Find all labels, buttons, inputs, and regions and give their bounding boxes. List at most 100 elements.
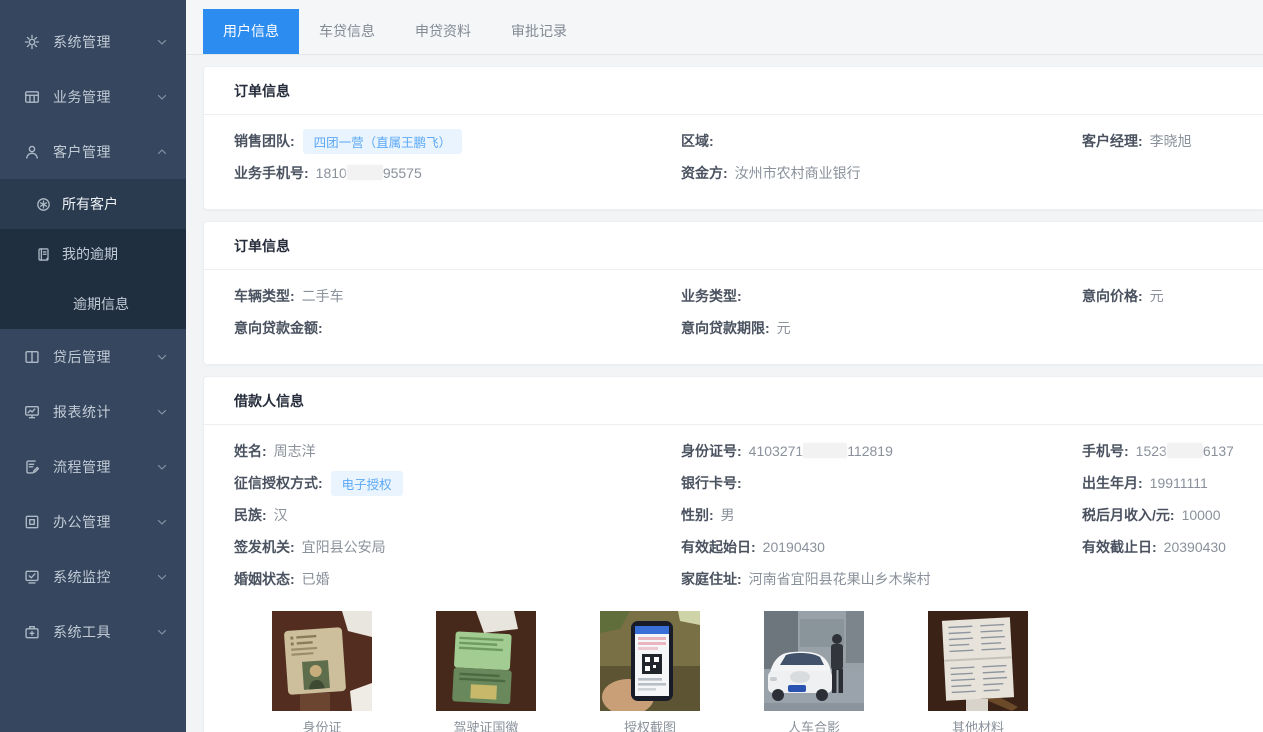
- photo-item: 其他材料: [928, 611, 1028, 732]
- chevron-down-icon: [156, 571, 168, 583]
- sidebar-item-label: 办公管理: [53, 512, 156, 532]
- field-customer-manager: 客户经理: 李晓旭: [1082, 131, 1233, 151]
- sidebar-item-label: 客户管理: [53, 142, 156, 162]
- tab-car-loan-info[interactable]: 车贷信息: [299, 9, 395, 54]
- sidebar-item-system-management[interactable]: 系统管理: [0, 14, 186, 69]
- field-birth-date: 出生年月: 19911111: [1082, 473, 1233, 493]
- photo-label: 人车合影: [764, 717, 864, 732]
- sidebar-item-system-tools[interactable]: 系统工具: [0, 604, 186, 659]
- green-booklet-photo[interactable]: [436, 611, 536, 711]
- gear-icon: [24, 34, 40, 50]
- field-marital-status: 婚姻状态: 已婚: [234, 569, 681, 589]
- vehicle-order-info-card: 订单信息 车辆类型: 二手车 业务类型: 意向价格: 元 意向贷款金额:: [203, 221, 1263, 365]
- sidebar: 系统管理 业务管理 客户管理 所有客户: [0, 0, 186, 732]
- order-info-card: 订单信息 销售团队: 四团一营（直属王鹏飞） 区域: 客户经理: 李晓旭 业务手: [203, 66, 1263, 210]
- sidebar-item-office-management[interactable]: 办公管理: [0, 494, 186, 549]
- person-car-photo[interactable]: [764, 611, 864, 711]
- card-title: 订单信息: [204, 222, 1263, 270]
- field-valid-from: 有效起始日: 20190430: [681, 537, 1082, 557]
- sidebar-menu: 系统管理 业务管理 客户管理 所有客户: [0, 0, 186, 659]
- chevron-down-icon: [156, 36, 168, 48]
- photo-label: 驾驶证国徽: [436, 717, 536, 732]
- chevron-down-icon: [156, 461, 168, 473]
- handwritten-doc-photo[interactable]: [928, 611, 1028, 711]
- censor-patch: [1167, 443, 1203, 458]
- field-name: 姓名: 周志洋: [234, 441, 681, 461]
- chevron-down-icon: [156, 406, 168, 418]
- chevron-down-icon: [156, 626, 168, 638]
- card-title: 借款人信息: [204, 377, 1263, 425]
- sidebar-item-label: 贷后管理: [53, 347, 156, 367]
- field-vehicle-type: 车辆类型: 二手车: [234, 286, 681, 306]
- censor-patch: [347, 165, 383, 180]
- notebook-icon: [36, 247, 51, 262]
- photo-label: 身份证: [272, 717, 372, 732]
- clipboard-edit-icon: [24, 459, 40, 475]
- credit-auth-tag[interactable]: 电子授权: [331, 471, 403, 496]
- field-id-number: 身份证号: 4103271112819: [681, 441, 1082, 461]
- monitor-check-icon: [24, 569, 40, 585]
- field-business-phone: 业务手机号: 181095575: [234, 163, 681, 183]
- censor-patch: [803, 443, 847, 458]
- circled-asterisk-icon: [36, 197, 51, 212]
- phone-qr-photo[interactable]: [600, 611, 700, 711]
- field-monthly-income: 税后月收入/元: 10000: [1082, 505, 1233, 525]
- tab-loan-application-docs[interactable]: 申贷资料: [395, 9, 491, 54]
- main-content: 用户信息 车贷信息 申贷资料 审批记录 订单信息 销售团队: 四团一营（直属王鹏…: [186, 0, 1263, 732]
- sidebar-item-system-monitor[interactable]: 系统监控: [0, 549, 186, 604]
- sidebar-submenu-customer: 所有客户 我的逾期 逾期信息: [0, 179, 186, 329]
- sidebar-item-my-overdue[interactable]: 我的逾期: [0, 229, 186, 279]
- field-gender: 性别: 男: [681, 505, 1082, 525]
- sidebar-item-customer-management[interactable]: 客户管理: [0, 124, 186, 179]
- document-photos-row: 身份证: [234, 595, 1233, 732]
- book-icon: [24, 349, 40, 365]
- field-funder: 资金方: 汝州市农村商业银行: [681, 163, 1082, 183]
- field-bank-card: 银行卡号:: [681, 473, 1082, 493]
- chevron-down-icon: [156, 91, 168, 103]
- sidebar-item-label: 系统监控: [53, 567, 156, 587]
- sidebar-item-report-statistics[interactable]: 报表统计: [0, 384, 186, 439]
- borrower-info-card: 借款人信息 姓名: 周志洋 身份证号: 4103271112819 手机号: 1…: [203, 376, 1263, 732]
- user-icon: [24, 144, 40, 160]
- photo-item: 身份证: [272, 611, 372, 732]
- photo-item: 驾驶证国徽: [436, 611, 536, 732]
- field-ethnicity: 民族: 汉: [234, 505, 681, 525]
- chevron-down-icon: [156, 351, 168, 363]
- toolbox-icon: [24, 624, 40, 640]
- field-issuing-authority: 签发机关: 宜阳县公安局: [234, 537, 681, 557]
- monitor-chart-icon: [24, 404, 40, 420]
- field-sales-team: 销售团队: 四团一营（直属王鹏飞）: [234, 129, 681, 154]
- tab-user-info[interactable]: 用户信息: [203, 9, 299, 54]
- sidebar-item-label: 所有客户: [62, 194, 118, 214]
- photo-item: 授权截图: [600, 611, 700, 732]
- field-business-type: 业务类型:: [681, 286, 1082, 306]
- tab-bar: 用户信息 车贷信息 申贷资料 审批记录: [186, 0, 1263, 55]
- sidebar-item-process-management[interactable]: 流程管理: [0, 439, 186, 494]
- sidebar-item-label: 流程管理: [53, 457, 156, 477]
- chevron-down-icon: [156, 516, 168, 528]
- sidebar-item-postloan-management[interactable]: 贷后管理: [0, 329, 186, 384]
- sidebar-item-label: 我的逾期: [62, 244, 118, 264]
- sidebar-item-overdue-info[interactable]: 逾期信息: [0, 279, 186, 329]
- tab-approval-records[interactable]: 审批记录: [491, 9, 587, 54]
- chevron-up-icon: [156, 146, 168, 158]
- sidebar-item-label: 逾期信息: [73, 294, 129, 314]
- id-card-photo[interactable]: [272, 611, 372, 711]
- sidebar-item-label: 业务管理: [53, 87, 156, 107]
- square-in-square-icon: [24, 514, 40, 530]
- field-credit-auth: 征信授权方式: 电子授权: [234, 471, 681, 496]
- field-intent-price: 意向价格: 元: [1082, 286, 1233, 306]
- sidebar-item-label: 报表统计: [53, 402, 156, 422]
- sales-team-tag[interactable]: 四团一营（直属王鹏飞）: [303, 129, 463, 154]
- photo-item: 人车合影: [764, 611, 864, 732]
- field-phone: 手机号: 15236137: [1082, 441, 1233, 461]
- sidebar-item-all-customers[interactable]: 所有客户: [0, 179, 186, 229]
- field-region: 区域:: [681, 131, 1082, 151]
- sidebar-item-label: 系统管理: [53, 32, 156, 52]
- sidebar-item-business-management[interactable]: 业务管理: [0, 69, 186, 124]
- photo-label: 授权截图: [600, 717, 700, 732]
- field-valid-to: 有效截止日: 20390430: [1082, 537, 1233, 557]
- photo-label: 其他材料: [928, 717, 1028, 732]
- field-intent-loan-amount: 意向贷款金额:: [234, 318, 681, 338]
- sidebar-item-label: 系统工具: [53, 622, 156, 642]
